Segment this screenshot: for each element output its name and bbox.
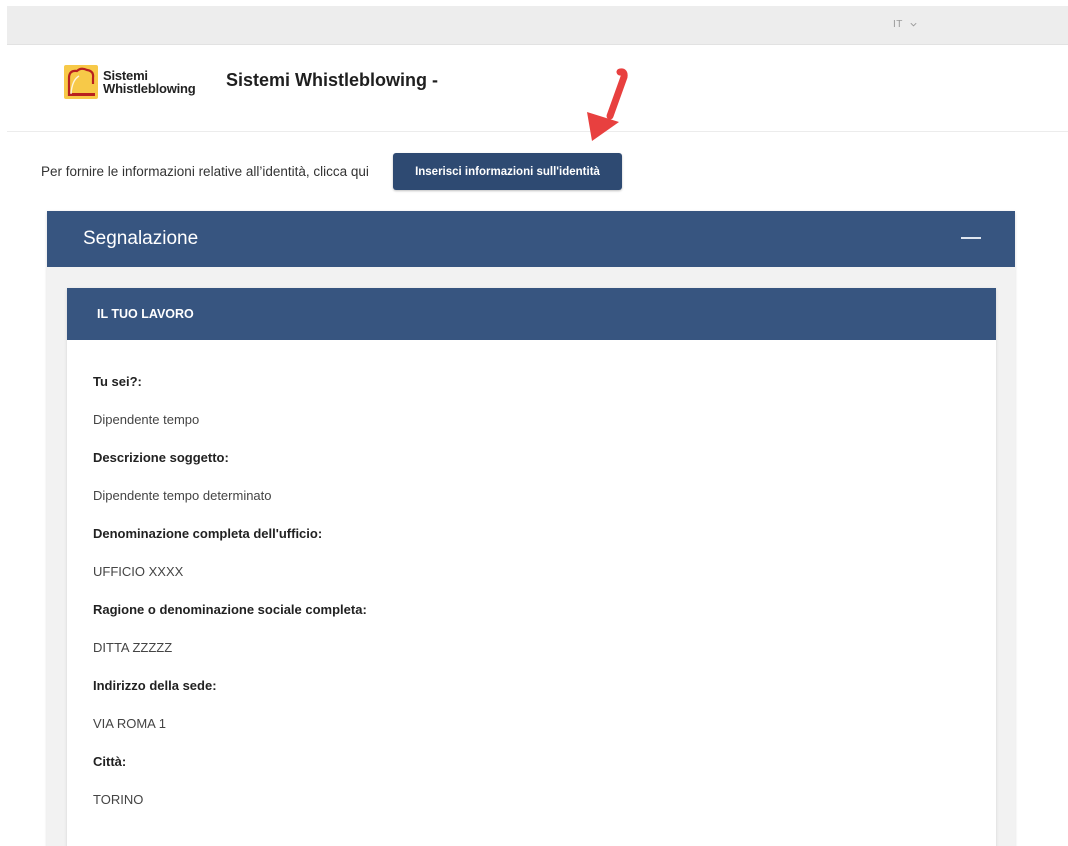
- annotation-arrow-icon: [587, 68, 628, 141]
- language-selector[interactable]: IT: [893, 19, 918, 30]
- field-label-indirizzo-sede: Indirizzo della sede:: [93, 678, 217, 693]
- work-section-title: IL TUO LAVORO: [97, 307, 194, 321]
- chevron-down-icon: [910, 22, 917, 27]
- field-label-ufficio: Denominazione completa dell'ufficio:: [93, 526, 323, 541]
- language-label: IT: [893, 19, 903, 30]
- page: IT Sistemi Whistleblowing Sistemi Whistl…: [0, 0, 1068, 846]
- field-value-tu-sei: Dipendente tempo: [93, 412, 200, 427]
- report-panel: Segnalazione IL TUO LAVORO Tu sei?: Dipe…: [47, 211, 1015, 846]
- logo-wordmark: Sistemi Whistleblowing: [103, 69, 196, 95]
- field-label-descrizione-soggetto: Descrizione soggetto:: [93, 450, 229, 465]
- field-label-citta: Città:: [93, 754, 127, 769]
- work-section-header: IL TUO LAVORO: [67, 288, 996, 340]
- minus-icon[interactable]: [961, 237, 981, 239]
- field-value-descrizione-soggetto: Dipendente tempo determinato: [93, 488, 272, 503]
- logo-icon: [64, 65, 98, 99]
- report-panel-title: Segnalazione: [83, 228, 199, 249]
- report-panel-header[interactable]: Segnalazione: [47, 211, 1015, 267]
- logo-line-2: Whistleblowing: [103, 81, 196, 96]
- field-value-ufficio: UFFICIO XXXX: [93, 564, 184, 579]
- insert-identity-button[interactable]: Inserisci informazioni sull'identità: [393, 153, 622, 190]
- field-value-indirizzo-sede: VIA ROMA 1: [93, 716, 166, 731]
- field-label-ragione-sociale: Ragione o denominazione sociale completa…: [93, 602, 367, 617]
- site-title: Sistemi Whistleblowing -: [226, 70, 439, 90]
- field-value-ragione-sociale: DITTA ZZZZZ: [93, 640, 173, 655]
- identity-prompt: Per fornire le informazioni relative all…: [41, 164, 369, 179]
- top-bar: IT: [7, 6, 1068, 45]
- field-value-citta: TORINO: [93, 792, 144, 807]
- site-header: Sistemi Whistleblowing Sistemi Whistlebl…: [7, 46, 1068, 132]
- site-logo[interactable]: Sistemi Whistleblowing: [63, 63, 213, 101]
- work-section-card: IL TUO LAVORO Tu sei?: Dipendente tempo …: [67, 288, 996, 846]
- field-label-tu-sei: Tu sei?:: [93, 374, 142, 389]
